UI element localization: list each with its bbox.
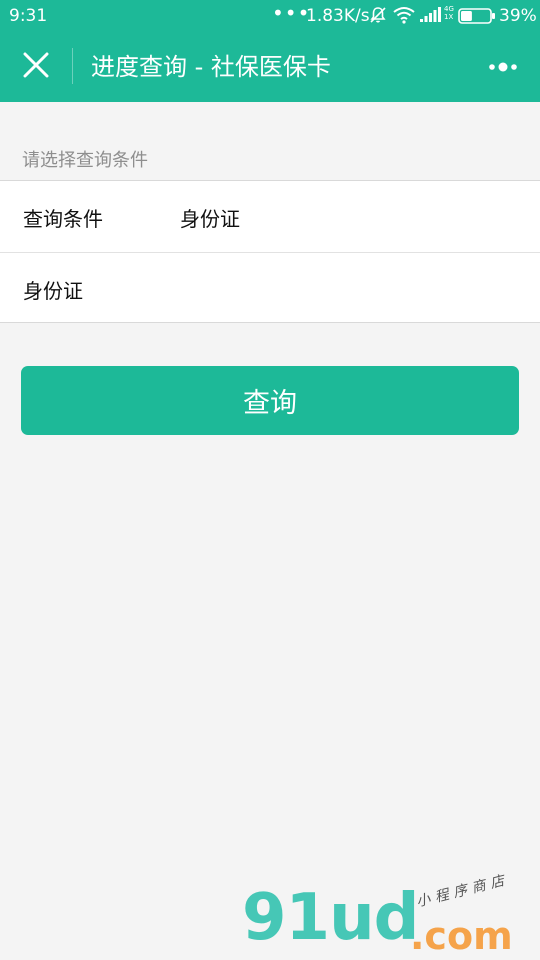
query-form: 查询条件 身份证 身份证 [0,180,540,323]
more-menu-icon [488,58,520,77]
network-type-tag: 4G 1X [444,5,454,21]
close-button[interactable] [14,45,58,89]
status-time: 9:31 [9,6,48,26]
page-title: 进度查询 - 社保医保卡 [91,53,331,81]
close-icon [23,52,49,82]
network-speed: 1.83K/s [306,6,370,26]
network-tag-bottom: 1X [444,13,454,21]
watermark-tagline: 小程序商店 [414,871,511,911]
watermark-suffix: .com [410,914,513,958]
id-number-label: 身份证 [23,279,83,303]
silent-bell-icon [368,5,388,30]
watermark: 91ud 小程序商店 .com [240,872,540,960]
condition-value[interactable]: 身份证 [180,203,240,232]
status-more-dots: ••• [272,1,311,25]
wifi-icon [393,6,415,29]
query-button[interactable]: 查询 [21,366,519,435]
network-tag-top: 4G [444,5,454,13]
battery-icon [458,8,496,29]
condition-picker-row[interactable]: 查询条件 身份证 [0,181,540,252]
watermark-logo: 91ud [242,881,419,955]
section-hint: 请选择查询条件 [22,150,148,171]
status-bar: 9:31 ••• 1.83K/s 4G 1X 39% [0,0,540,32]
signal-icon [420,7,442,28]
nav-bar: 进度查询 - 社保医保卡 [0,32,540,102]
condition-label: 查询条件 [23,207,103,231]
id-number-row[interactable]: 身份证 [0,252,540,323]
battery-percent: 39% [499,6,537,26]
nav-divider [72,48,73,84]
more-menu-button[interactable] [482,52,526,82]
